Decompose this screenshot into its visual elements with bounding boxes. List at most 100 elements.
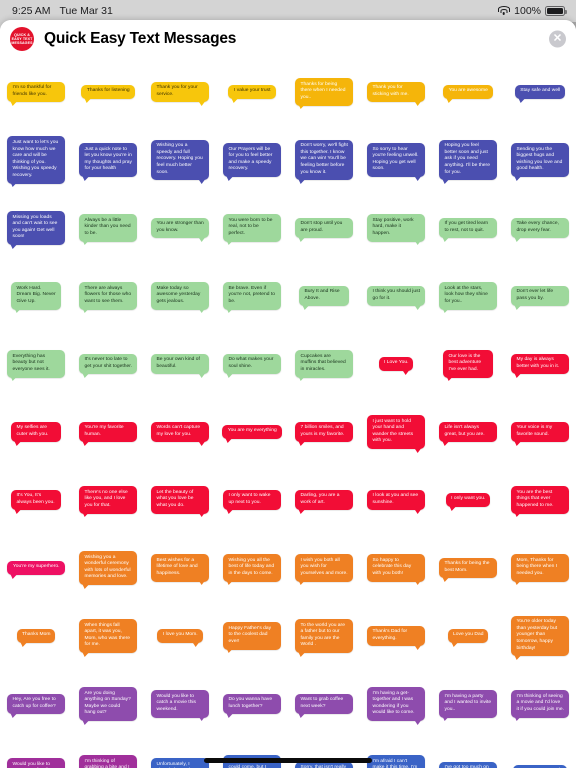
message-sticker[interactable]: Hey, Are you free to catch up for coffee… bbox=[7, 693, 65, 715]
message-sticker[interactable]: Are you doing anything on Sunday? Maybe … bbox=[79, 687, 137, 721]
message-sticker[interactable]: I'm thinking of seeing a movie and I'd l… bbox=[511, 690, 569, 718]
message-sticker[interactable]: Our love is the best adventure I've ever… bbox=[443, 350, 493, 378]
message-sticker[interactable]: Hoping you feel better soon and just ask… bbox=[439, 139, 497, 181]
message-sticker[interactable]: Thank you for your service. bbox=[151, 81, 209, 103]
message-sticker[interactable]: You are my everything bbox=[222, 424, 282, 440]
message-sticker[interactable]: You are the best things that ever happen… bbox=[511, 486, 569, 514]
message-sticker[interactable]: Let the beauty of what you love be what … bbox=[151, 486, 209, 514]
message-sticker[interactable]: There's no one else like you, and I love… bbox=[79, 486, 137, 514]
message-sticker[interactable]: Life isn't always great, but you are. bbox=[439, 421, 497, 443]
message-sticker[interactable]: Words can't capture my love for you. bbox=[151, 421, 209, 443]
message-sticker[interactable]: Be brave. Even if you're not, pretend to… bbox=[223, 282, 281, 310]
sticker-cell: Just want to let's you know how much we … bbox=[0, 126, 72, 194]
sticker-cell: I look at you and see sunshine. bbox=[360, 466, 432, 534]
message-sticker[interactable]: Just want to let's you know how much we … bbox=[7, 136, 65, 184]
message-sticker[interactable]: You're my favorite human. bbox=[79, 421, 137, 443]
message-sticker[interactable]: Darling, you are a work of art. bbox=[295, 489, 353, 511]
message-sticker[interactable]: Do what makes your soul shine. bbox=[223, 353, 281, 375]
message-sticker[interactable]: I love you Mom. bbox=[157, 628, 203, 644]
message-sticker[interactable]: I think you should just go for it. bbox=[367, 285, 425, 307]
message-sticker[interactable]: Thanks for listening bbox=[81, 84, 135, 100]
message-sticker[interactable]: Our Prayers will be for you to feel bett… bbox=[223, 143, 281, 177]
message-sticker[interactable]: Mom, Thanks for being there when I neede… bbox=[511, 554, 569, 582]
message-sticker[interactable]: Don't ever let life pass you by. bbox=[511, 285, 569, 307]
message-sticker[interactable]: I just want to hold your hand and wander… bbox=[367, 415, 425, 449]
message-sticker[interactable]: Just a quick note to let you know you're… bbox=[79, 143, 137, 177]
message-sticker[interactable]: Don't worry, we'll fight this together. … bbox=[295, 139, 353, 181]
message-sticker[interactable]: Thanks Mom bbox=[16, 628, 56, 644]
message-sticker[interactable]: I only want to wake up next to you. bbox=[223, 489, 281, 511]
message-sticker[interactable]: I wish you both all you wish for yoursel… bbox=[295, 554, 353, 582]
message-sticker[interactable]: My day is always better with you in it. bbox=[511, 353, 569, 375]
message-sticker[interactable]: Always be a little kinder than you need … bbox=[79, 214, 137, 242]
message-sticker[interactable]: I'm having a party and I wanted to invit… bbox=[439, 690, 497, 718]
sticker-cell: Sorry I can't attend. bbox=[504, 738, 576, 768]
message-sticker[interactable]: Look at the stars, look how they shine f… bbox=[439, 282, 497, 310]
message-sticker[interactable]: My selfies are cuter with you. bbox=[11, 421, 61, 443]
sticker-cell: You are awesome bbox=[432, 58, 504, 126]
message-sticker[interactable]: Best wishes for a lifetime of love and h… bbox=[151, 554, 209, 582]
message-sticker[interactable]: I'm afraid I can't make it this time. I'… bbox=[367, 755, 425, 768]
message-sticker[interactable]: It's never too late to get your shit tog… bbox=[79, 353, 137, 375]
message-sticker[interactable]: Want to grab coffee next week? bbox=[295, 693, 353, 715]
sticker-cell: Wishing you all the best of life today a… bbox=[216, 534, 288, 602]
message-sticker[interactable]: Stay safe and well bbox=[514, 84, 566, 100]
message-sticker[interactable]: Everything has beauty but not everyone s… bbox=[7, 350, 65, 378]
close-icon[interactable]: ✕ bbox=[549, 30, 566, 48]
message-sticker[interactable]: Do you wanna have lunch together? bbox=[223, 693, 281, 715]
message-sticker[interactable]: Stay positive, work hard, make it happen… bbox=[367, 214, 425, 242]
message-sticker[interactable]: You were born to be real, not to be perf… bbox=[223, 214, 281, 242]
message-sticker[interactable]: It's You, It's always been you. bbox=[11, 489, 61, 511]
message-sticker[interactable]: Bury It and Rise Above. bbox=[299, 285, 349, 307]
message-sticker[interactable]: Thank you for sticking with me. bbox=[367, 81, 425, 103]
message-sticker[interactable]: I only want you. bbox=[445, 492, 491, 508]
message-sticker[interactable]: Take every chance, drop every fear. bbox=[511, 217, 569, 239]
message-sticker[interactable]: Unfortunately, I already have plans for … bbox=[151, 758, 209, 768]
message-sticker[interactable]: I'm thinking of grabbing a bite and I wa… bbox=[79, 755, 137, 768]
sticker-row: Missing you loads and can't wait to see … bbox=[0, 194, 576, 262]
message-sticker[interactable]: Cupcakes are muffins that believed in mi… bbox=[295, 350, 353, 378]
message-sticker[interactable]: Love you Dad bbox=[447, 628, 489, 644]
message-sticker[interactable]: Wishing you a wonderful ceremony with lo… bbox=[79, 551, 137, 585]
message-sticker[interactable]: I'm having a get-together and I was wond… bbox=[367, 687, 425, 721]
message-sticker[interactable]: There are always flowers for those who w… bbox=[79, 282, 137, 310]
message-sticker[interactable]: Missing you loads and can't wait to see … bbox=[7, 211, 65, 245]
message-sticker[interactable]: To the world you are a father but to our… bbox=[295, 619, 353, 653]
message-sticker[interactable]: You are stronger than you know. bbox=[151, 217, 209, 239]
message-sticker[interactable]: I value your trust bbox=[228, 84, 276, 100]
message-sticker[interactable]: I'm so thankful for friends like you. bbox=[7, 81, 65, 103]
message-sticker[interactable]: 7 billion smiles, and yours is my favori… bbox=[295, 421, 353, 443]
message-sticker[interactable]: If you get tired learn to rest, not to q… bbox=[439, 217, 497, 239]
sticker-cell: Be brave. Even if you're not, pretend to… bbox=[216, 262, 288, 330]
message-sticker[interactable]: I look at you and see sunshine. bbox=[367, 489, 425, 511]
sticker-cell: So happy to celebrate this day with you … bbox=[360, 534, 432, 602]
message-sticker[interactable]: I Love You. bbox=[378, 356, 414, 372]
message-sticker[interactable]: Would you like to come over for dinner t… bbox=[7, 758, 65, 768]
message-sticker[interactable]: Wishing you a speedy and full recovery. … bbox=[151, 139, 209, 181]
message-sticker[interactable]: You are awesome bbox=[443, 84, 493, 100]
message-sticker[interactable]: You're my superhero. bbox=[7, 560, 65, 576]
message-sticker[interactable]: Be your own kind of beautiful. bbox=[151, 353, 209, 375]
message-sticker[interactable]: So sorry to hear you're feeling unwell. … bbox=[367, 143, 425, 177]
app-icon-label: QUICK & EASY TEXT MESSAGES bbox=[11, 32, 33, 46]
message-sticker[interactable]: Make today so awesome yesterday gets jea… bbox=[151, 282, 209, 310]
message-sticker[interactable]: Thanks for being the best Mom. bbox=[439, 557, 497, 579]
message-sticker[interactable]: Work Hard. Dream Big. Never Give Up. bbox=[11, 282, 61, 310]
message-sticker[interactable]: Your voice is my favorite sound. bbox=[511, 421, 569, 443]
message-sticker[interactable]: Thank's Dad for everything. bbox=[367, 625, 425, 647]
sticker-cell: Everything has beauty but not everyone s… bbox=[0, 330, 72, 398]
message-sticker[interactable]: Wishing you all the best of life today a… bbox=[223, 554, 281, 582]
sticker-cell: My selfies are cuter with you. bbox=[0, 398, 72, 466]
message-sticker[interactable]: When things fall apart, it was you, Mom,… bbox=[79, 619, 137, 653]
message-sticker[interactable]: So happy to celebrate this day with you … bbox=[367, 554, 425, 582]
message-sticker[interactable]: I've got too much on at the moment. bbox=[439, 761, 497, 768]
sticker-grid[interactable]: I'm so thankful for friends like you. Tha… bbox=[0, 58, 576, 768]
message-sticker[interactable]: Would you like to catch a movie this wee… bbox=[151, 690, 209, 718]
sticker-row: Everything has beauty but not everyone s… bbox=[0, 330, 576, 398]
message-sticker[interactable]: You're older today than yesterday but yo… bbox=[511, 615, 569, 657]
message-sticker[interactable]: Don't stop until you are proud. bbox=[295, 217, 353, 239]
message-sticker[interactable]: Happy Father's day to the coolest dad ev… bbox=[223, 622, 281, 650]
message-sticker[interactable]: Thanks for being there when I needed you… bbox=[295, 78, 353, 106]
sticker-cell: You're my favorite human. bbox=[72, 398, 144, 466]
message-sticker[interactable]: Sending you the biggest hugs and wishing… bbox=[511, 143, 569, 177]
